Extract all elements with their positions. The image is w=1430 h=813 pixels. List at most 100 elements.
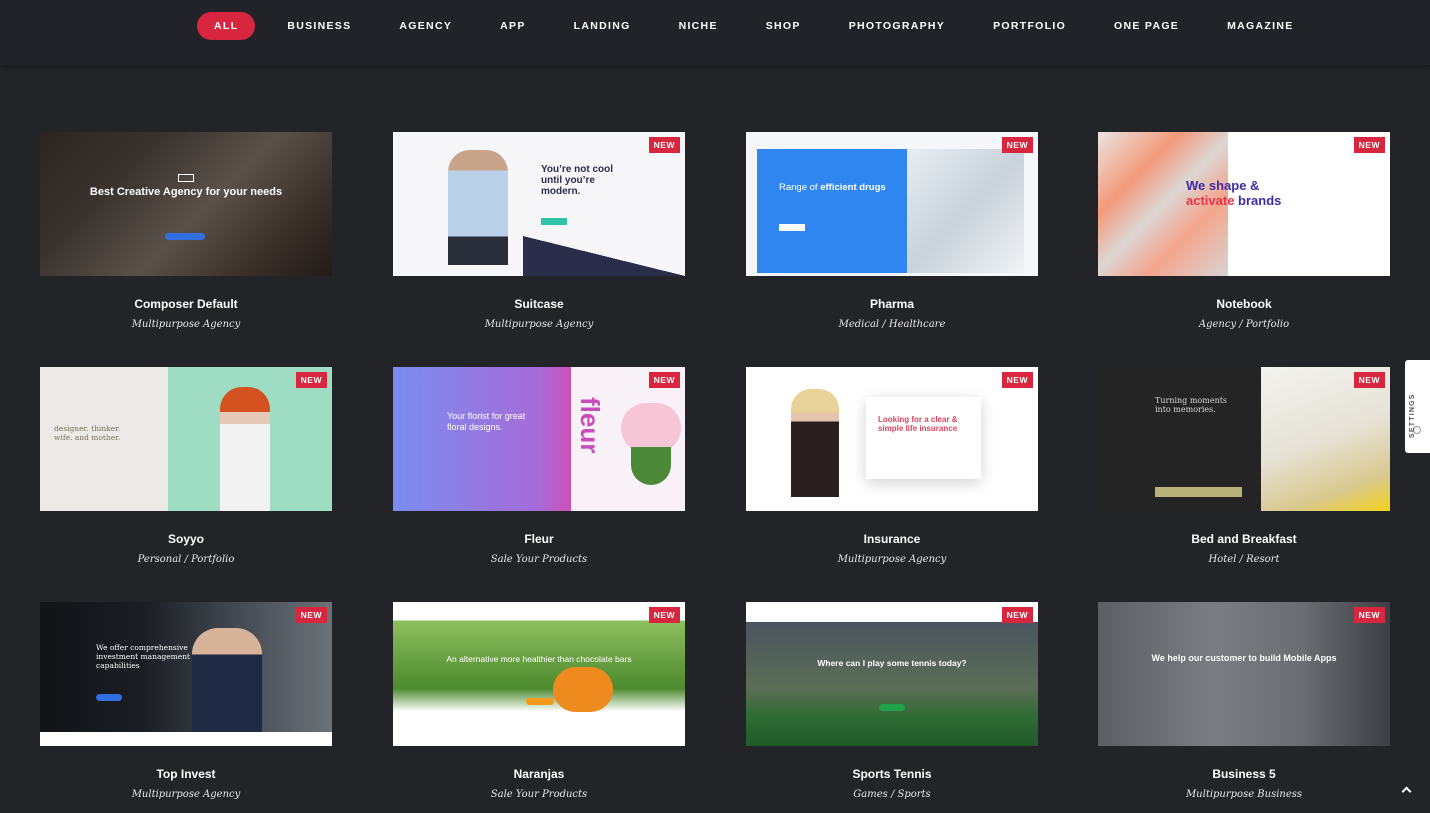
preview-headline: Best Creative Agency for your needs bbox=[89, 186, 283, 198]
demo-card-soyyo[interactable]: designer. thinker. wife. and mother. NEW… bbox=[40, 367, 332, 577]
preview-button bbox=[541, 218, 567, 225]
demo-card-naranjas[interactable]: An alternative more healthier than choco… bbox=[393, 602, 685, 812]
demo-title[interactable]: Sports Tennis bbox=[746, 767, 1038, 781]
new-badge: NEW bbox=[1001, 137, 1033, 153]
preview-shape bbox=[523, 236, 685, 276]
preview-feature-strip bbox=[40, 732, 332, 746]
preview-image bbox=[907, 149, 1024, 273]
demo-thumbnail[interactable]: You’re not cool until you’re modern. NEW bbox=[393, 132, 685, 276]
preview-button bbox=[165, 233, 205, 240]
demo-thumbnail[interactable]: Where can I play some tennis today? NEW bbox=[746, 602, 1038, 746]
demo-title[interactable]: Insurance bbox=[746, 532, 1038, 546]
preview-panel bbox=[757, 149, 907, 273]
filter-portfolio[interactable]: PORTFOLIO bbox=[977, 12, 1082, 40]
filter-all[interactable]: ALL bbox=[197, 12, 256, 40]
demo-title[interactable]: Bed and Breakfast bbox=[1098, 532, 1390, 546]
preview-headline: We offer comprehensive investment manage… bbox=[96, 643, 191, 670]
filter-niche[interactable]: NICHE bbox=[663, 12, 734, 40]
demo-thumbnail[interactable]: Best Creative Agency for your needs bbox=[40, 132, 332, 276]
scroll-to-top-button[interactable] bbox=[1392, 776, 1422, 806]
preview-headline: Where can I play some tennis today? bbox=[817, 658, 967, 668]
demo-thumbnail[interactable]: We offer comprehensive investment manage… bbox=[40, 602, 332, 746]
preview-headline: Turning moments into memories. bbox=[1155, 396, 1228, 414]
new-badge: NEW bbox=[295, 607, 327, 623]
filter-business[interactable]: BUSINESS bbox=[271, 12, 367, 40]
filter-photography[interactable]: PHOTOGRAPHY bbox=[833, 12, 961, 40]
new-badge: NEW bbox=[1353, 372, 1385, 388]
preview-image bbox=[448, 150, 508, 265]
preview-headline: designer. thinker. wife. and mother. bbox=[54, 424, 121, 442]
demo-card-pharma[interactable]: Range of efficient drugs NEW Pharma Medi… bbox=[746, 132, 1038, 342]
preview-headline: Range of efficient drugs bbox=[779, 182, 886, 193]
demo-card-bed-and-breakfast[interactable]: Turning moments into memories. NEW Bed a… bbox=[1098, 367, 1390, 577]
demo-thumbnail[interactable]: Looking for a clear & simple life insura… bbox=[746, 367, 1038, 511]
demo-thumbnail[interactable]: Range of efficient drugs NEW bbox=[746, 132, 1038, 276]
filter-magazine[interactable]: MAGAZINE bbox=[1211, 12, 1309, 40]
demo-title[interactable]: Notebook bbox=[1098, 297, 1390, 311]
demo-card-sports-tennis[interactable]: Where can I play some tennis today? NEW … bbox=[746, 602, 1038, 812]
preview-headline: An alternative more healthier than choco… bbox=[446, 654, 632, 664]
preview-headline: We help our customer to build Mobile App… bbox=[1151, 653, 1337, 663]
filter-nav: ALL BUSINESS AGENCY APP LANDING NICHE SH… bbox=[197, 12, 1310, 40]
preview-button bbox=[96, 694, 122, 701]
demo-title[interactable]: Composer Default bbox=[40, 297, 332, 311]
demo-card-notebook[interactable]: We shape & activate brands NEW Notebook A… bbox=[1098, 132, 1390, 342]
demo-title[interactable]: Suitcase bbox=[393, 297, 685, 311]
demo-category: Agency / Portfolio bbox=[1198, 319, 1290, 330]
preview-headline: We shape & activate brands bbox=[1186, 178, 1282, 208]
preview-headline: Your florist for great floral designs. bbox=[447, 411, 526, 432]
demo-title[interactable]: Top Invest bbox=[40, 767, 332, 781]
demo-card-suitcase[interactable]: You’re not cool until you’re modern. NEW… bbox=[393, 132, 685, 342]
demo-thumbnail[interactable]: designer. thinker. wife. and mother. NEW bbox=[40, 367, 332, 511]
filter-agency[interactable]: AGENCY bbox=[383, 12, 468, 40]
demo-card-insurance[interactable]: Looking for a clear & simple life insura… bbox=[746, 367, 1038, 577]
preview-button bbox=[779, 224, 805, 231]
demo-title[interactable]: Naranjas bbox=[393, 767, 685, 781]
demo-title[interactable]: Soyyo bbox=[40, 532, 332, 546]
new-badge: NEW bbox=[648, 137, 680, 153]
preview-word: fleur bbox=[575, 397, 605, 454]
demo-card-fleur[interactable]: Your florist for great floral designs. f… bbox=[393, 367, 685, 577]
settings-tab[interactable]: SETTINGS bbox=[1405, 360, 1430, 453]
preview-image bbox=[791, 389, 839, 497]
demo-title[interactable]: Fleur bbox=[393, 532, 685, 546]
demo-title[interactable]: Pharma bbox=[746, 297, 1038, 311]
demo-category: Sale Your Products bbox=[490, 554, 588, 565]
preview-image bbox=[621, 403, 681, 453]
demo-category: Personal / Portfolio bbox=[137, 554, 235, 565]
demo-thumbnail[interactable]: We shape & activate brands NEW bbox=[1098, 132, 1390, 276]
demo-card-top-invest[interactable]: We offer comprehensive investment manage… bbox=[40, 602, 332, 812]
preview-image bbox=[1261, 367, 1390, 511]
new-badge: NEW bbox=[1353, 607, 1385, 623]
settings-label: SETTINGS bbox=[1409, 393, 1416, 438]
new-badge: NEW bbox=[648, 607, 680, 623]
preview-button bbox=[1155, 487, 1242, 497]
filter-shop[interactable]: SHOP bbox=[750, 12, 817, 40]
demo-card-business-5[interactable]: We help our customer to build Mobile App… bbox=[1098, 602, 1390, 812]
demo-category: Medical / Healthcare bbox=[838, 319, 946, 330]
preview-button bbox=[879, 704, 905, 711]
preview-logo bbox=[178, 174, 194, 182]
filter-landing[interactable]: LANDING bbox=[558, 12, 647, 40]
preview-image bbox=[192, 628, 262, 734]
demo-card-composer-default[interactable]: Best Creative Agency for your needs Comp… bbox=[40, 132, 332, 342]
demo-category: Multipurpose Business bbox=[1185, 789, 1303, 800]
demo-thumbnail[interactable]: Turning moments into memories. NEW bbox=[1098, 367, 1390, 511]
demo-thumbnail[interactable]: Your florist for great floral designs. f… bbox=[393, 367, 685, 511]
filter-bar: ALL BUSINESS AGENCY APP LANDING NICHE SH… bbox=[0, 0, 1430, 66]
preview-panel bbox=[866, 397, 981, 479]
demo-category: Multipurpose Agency bbox=[837, 554, 947, 565]
demo-thumbnail[interactable]: We help our customer to build Mobile App… bbox=[1098, 602, 1390, 746]
filter-app[interactable]: APP bbox=[484, 12, 542, 40]
demo-category: Multipurpose Agency bbox=[131, 319, 241, 330]
new-badge: NEW bbox=[1001, 607, 1033, 623]
new-badge: NEW bbox=[295, 372, 327, 388]
demo-title[interactable]: Business 5 bbox=[1098, 767, 1390, 781]
filter-one-page[interactable]: ONE PAGE bbox=[1098, 12, 1195, 40]
demo-category: Hotel / Resort bbox=[1208, 554, 1280, 565]
preview-image bbox=[220, 387, 270, 511]
demo-category: Games / Sports bbox=[853, 789, 931, 800]
new-badge: NEW bbox=[1353, 137, 1385, 153]
demo-thumbnail[interactable]: An alternative more healthier than choco… bbox=[393, 602, 685, 746]
preview-headline: You’re not cool until you’re modern. bbox=[541, 164, 614, 197]
